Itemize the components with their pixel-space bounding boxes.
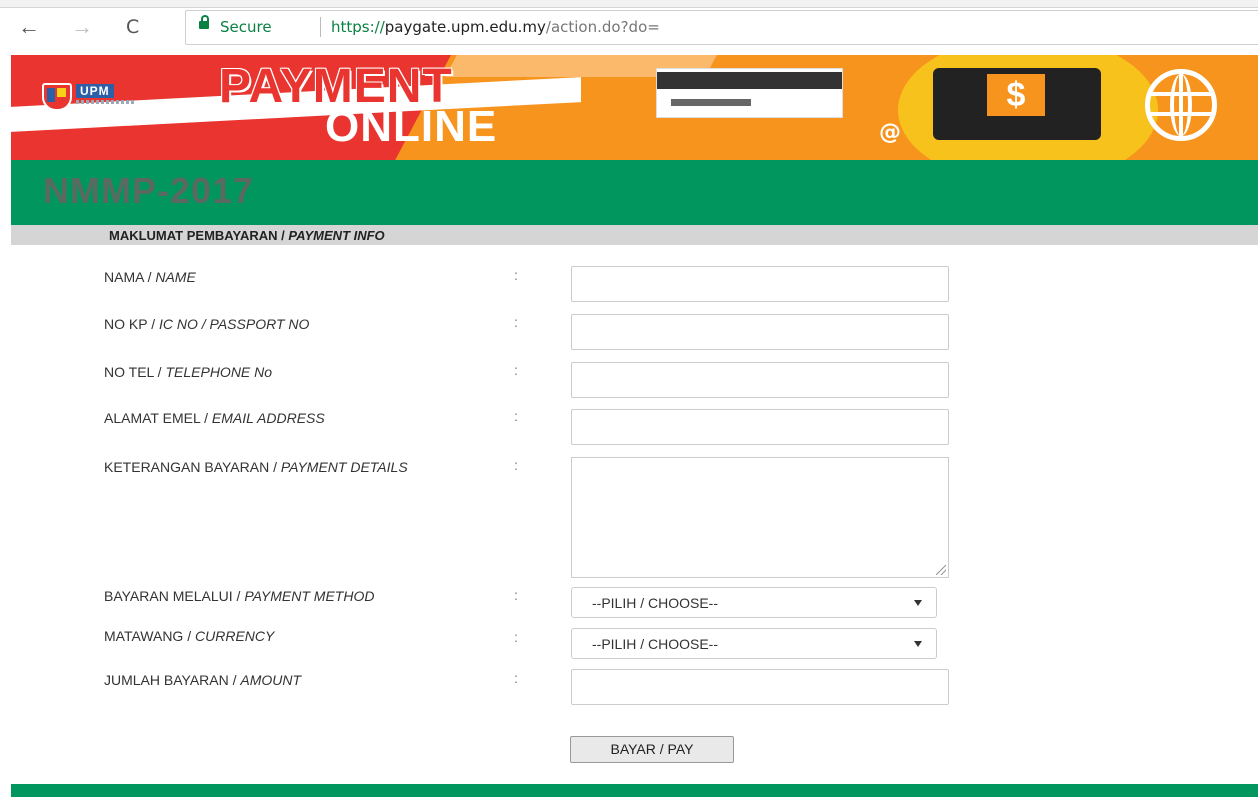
- reload-icon[interactable]: C: [126, 16, 139, 38]
- event-header: NMMP-2017: [11, 160, 1258, 225]
- tel-colon: :: [514, 362, 518, 378]
- amount-input[interactable]: [571, 669, 949, 705]
- upm-logo-subtitle: [76, 100, 134, 104]
- banner-title-online: ONLINE: [325, 102, 498, 151]
- currency-colon: :: [514, 629, 518, 645]
- email-colon: :: [514, 408, 518, 424]
- resize-grip-icon[interactable]: [936, 565, 946, 575]
- tel-input[interactable]: [571, 362, 949, 398]
- forward-arrow-icon[interactable]: →: [71, 16, 93, 38]
- section-title: MAKLUMAT PEMBAYARAN / PAYMENT INFO: [109, 228, 385, 243]
- browser-toolbar: ← → C Secure https://paygate.upm.edu.my/…: [0, 0, 1258, 50]
- amount-colon: :: [514, 670, 518, 686]
- tel-label: NO TEL / TELEPHONE No: [104, 364, 273, 380]
- method-colon: :: [514, 587, 518, 603]
- payment-details-textarea[interactable]: [571, 457, 949, 578]
- currency-value: --PILIH / CHOOSE--: [592, 636, 719, 652]
- ic-input[interactable]: [571, 314, 949, 350]
- details-colon: :: [514, 457, 518, 473]
- globe-icon: [1145, 69, 1217, 141]
- payment-method-select[interactable]: --PILIH / CHOOSE--: [571, 587, 937, 618]
- pay-button[interactable]: BAYAR / PAY: [570, 736, 734, 763]
- dropdown-arrow-icon: [914, 600, 922, 606]
- method-label: BAYARAN MELALUI / PAYMENT METHOD: [104, 588, 375, 604]
- tab-strip-edge: [0, 0, 1258, 8]
- dropdown-arrow-icon: [914, 641, 922, 647]
- ic-label: NO KP / IC NO / PASSPORT NO: [104, 316, 310, 332]
- lock-icon: [199, 15, 209, 29]
- email-input[interactable]: [571, 409, 949, 445]
- payment-method-value: --PILIH / CHOOSE--: [592, 595, 719, 611]
- address-divider: [320, 17, 321, 37]
- url-scheme: https://: [331, 18, 385, 36]
- back-arrow-icon[interactable]: ←: [18, 16, 40, 38]
- address-bar[interactable]: Secure https://paygate.upm.edu.my/action…: [185, 10, 1258, 45]
- url-host: paygate.upm.edu.my: [384, 18, 546, 36]
- at-sign-icon: @: [877, 120, 903, 147]
- event-title: NMMP-2017: [43, 170, 255, 211]
- upm-shield-icon: [42, 83, 72, 111]
- url-text: https://paygate.upm.edu.my/action.do?do=: [331, 18, 660, 36]
- amount-label: JUMLAH BAYARAN / AMOUNT: [104, 672, 302, 688]
- payment-online-banner: UPM PAYMENT ONLINE @ $: [11, 55, 1258, 160]
- secure-label: Secure: [220, 18, 272, 36]
- name-colon: :: [514, 267, 518, 283]
- credit-card-icon: [656, 68, 843, 118]
- currency-select[interactable]: --PILIH / CHOOSE--: [571, 628, 937, 659]
- url-path: /action.do?do=: [545, 18, 660, 36]
- currency-label: MATAWANG / CURRENCY: [104, 628, 275, 644]
- name-input[interactable]: [571, 266, 949, 302]
- upm-logo-text: UPM: [76, 84, 114, 98]
- dollar-icon: $: [987, 74, 1045, 116]
- footer-bar: [11, 784, 1258, 797]
- monitor-dollar-icon: $: [933, 68, 1101, 140]
- section-header: MAKLUMAT PEMBAYARAN / PAYMENT INFO: [11, 225, 1258, 245]
- name-label: NAMA / NAME: [104, 269, 196, 285]
- email-label: ALAMAT EMEL / EMAIL ADDRESS: [104, 410, 325, 426]
- details-label: KETERANGAN BAYARAN / PAYMENT DETAILS: [104, 459, 408, 475]
- ic-colon: :: [514, 314, 518, 330]
